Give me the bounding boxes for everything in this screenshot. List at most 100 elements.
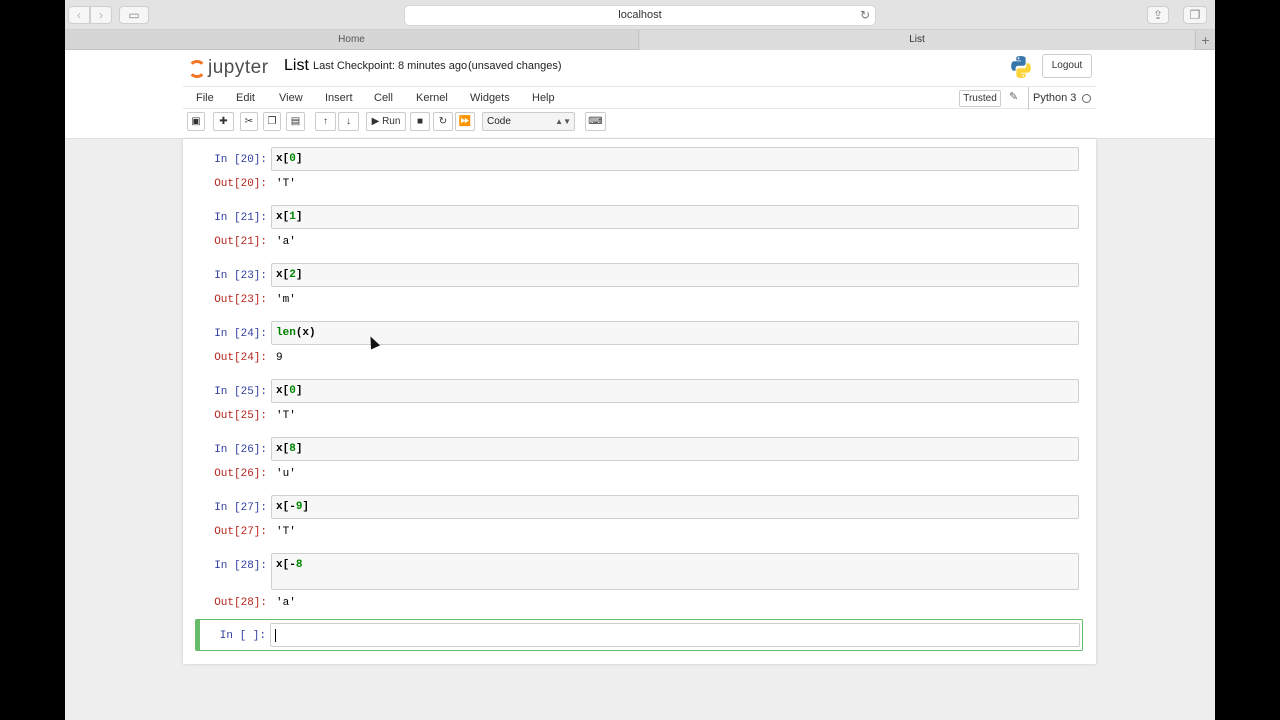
code-input[interactable] [270,623,1080,647]
restart-run-all-button[interactable]: ⏩ [455,112,475,131]
code-text: x[8] [276,443,303,455]
chevron-left-icon: ‹ [77,8,81,22]
paste-button[interactable]: ▤ [286,112,305,131]
address-bar[interactable]: localhost ↻ [404,5,876,26]
menu-file[interactable]: File [196,87,214,110]
output-prompt: Out[23]: [214,294,267,306]
browser-toolbar: ‹ › ▭ localhost ↻ ⇪ ❐ [65,0,1215,30]
pencil-icon[interactable]: ✎ [1009,90,1018,103]
paste-icon: ▤ [290,116,301,127]
keyboard-icon: ⌨ [588,116,603,127]
code-text: x[-9] [276,501,310,513]
output-prompt: Out[28]: [214,597,267,609]
plus-icon: ✚ [219,116,228,127]
tab-home[interactable]: Home [65,30,639,50]
trusted-badge[interactable]: Trusted [959,90,1001,107]
code-input[interactable]: x[2] [271,263,1079,287]
menu-bar: File Edit View Insert Cell Kernel Widget… [183,86,1096,110]
show-tabs-button[interactable]: ❐ [1183,6,1207,24]
menu-edit[interactable]: Edit [236,87,255,110]
reload-icon[interactable]: ↻ [860,6,870,25]
jupyter-logo-text: jupyter [208,57,269,78]
sidebar-icon: ▭ [128,8,140,22]
cell-type-select[interactable]: Code ▲▼ [482,112,575,131]
output-value: 'a' [276,597,296,609]
interrupt-button[interactable]: ■ [410,112,430,131]
run-label: Run [382,116,401,127]
save-icon: ▣ [191,116,201,127]
menu-view[interactable]: View [279,87,303,110]
notebook-name[interactable]: List [284,57,309,75]
restart-icon: ↻ [438,116,448,127]
sidebar-toggle-button[interactable]: ▭ [119,6,149,24]
output-value: 'a' [276,236,296,248]
output-value: 'T' [276,410,296,422]
logout-button[interactable]: Logout [1042,54,1092,78]
menu-cell[interactable]: Cell [374,87,393,110]
move-down-button[interactable]: ↓ [338,112,359,131]
code-text: x[0] [276,153,303,165]
new-tab-button[interactable]: + [1195,30,1215,50]
tab-bar: Home List + [65,30,1215,50]
fast-forward-icon: ⏩ [458,116,472,127]
address-text: localhost [618,9,662,21]
autosave-status: (unsaved changes) [468,60,562,72]
code-text: x[2] [276,269,303,281]
copy-button[interactable]: ❐ [263,112,281,131]
menu-insert[interactable]: Insert [325,87,353,110]
menu-kernel[interactable]: Kernel [416,87,448,110]
active-code-cell[interactable]: In [ ]: [195,619,1083,651]
insert-cell-button[interactable]: ✚ [213,112,234,131]
input-prompt: In [20]: [214,154,267,166]
step-forward-icon: ▶ [371,116,380,127]
code-input[interactable]: x[0] [271,147,1079,171]
code-text: x[0] [276,385,303,397]
back-button[interactable]: ‹ [68,6,90,24]
code-input[interactable]: x[0] [271,379,1079,403]
share-button[interactable]: ⇪ [1147,6,1169,24]
scissors-icon: ✂ [244,116,254,127]
plus-icon: + [1201,32,1210,48]
code-input[interactable]: x[-8 [271,553,1079,590]
chevron-right-icon: › [99,8,103,22]
jupyter-logo-icon [188,60,206,78]
input-prompt: In [ ]: [219,630,266,642]
forward-button[interactable]: › [90,6,112,24]
input-prompt: In [24]: [214,328,267,340]
copy-icon: ❐ [267,116,277,127]
code-input[interactable]: x[-9] [271,495,1079,519]
code-input[interactable]: len(x) [271,321,1079,345]
output-value: 'T' [276,178,296,190]
menu-widgets[interactable]: Widgets [470,87,510,110]
input-prompt: In [21]: [214,212,267,224]
code-input[interactable]: x[8] [271,437,1079,461]
cut-button[interactable]: ✂ [240,112,258,131]
output-value: 'T' [276,526,296,538]
code-text: len(x) [276,327,316,339]
notebook-site: In [20]: x[0] Out[20]: 'T' In [21]: x[1]… [65,139,1215,720]
output-prompt: Out[25]: [214,410,267,422]
notebook-container: In [20]: x[0] Out[20]: 'T' In [21]: x[1]… [183,139,1096,664]
jupyter-header: jupyter List Last Checkpoint: 8 minutes … [65,50,1215,139]
code-text: x[1] [276,211,303,223]
python-logo-icon [1011,56,1031,78]
input-prompt: In [26]: [214,444,267,456]
arrow-up-icon: ↑ [323,116,328,127]
restart-kernel-button[interactable]: ↻ [433,112,453,131]
save-button[interactable]: ▣ [187,112,205,131]
menu-help[interactable]: Help [532,87,555,110]
cell-type-value: Code [487,116,511,127]
output-prompt: Out[26]: [214,468,267,480]
tab-list[interactable]: List [640,30,1194,50]
output-value: 9 [276,352,283,364]
move-up-button[interactable]: ↑ [315,112,336,131]
run-button[interactable]: ▶ Run [366,112,406,131]
checkpoint-status: Last Checkpoint: 8 minutes ago [313,60,468,72]
input-prompt: In [28]: [214,560,267,572]
kernel-name[interactable]: Python 3 [1028,87,1076,110]
input-prompt: In [27]: [214,502,267,514]
code-input[interactable]: x[1] [271,205,1079,229]
share-icon: ⇪ [1152,8,1164,22]
kernel-idle-indicator-icon [1082,94,1091,103]
command-palette-button[interactable]: ⌨ [585,112,606,131]
